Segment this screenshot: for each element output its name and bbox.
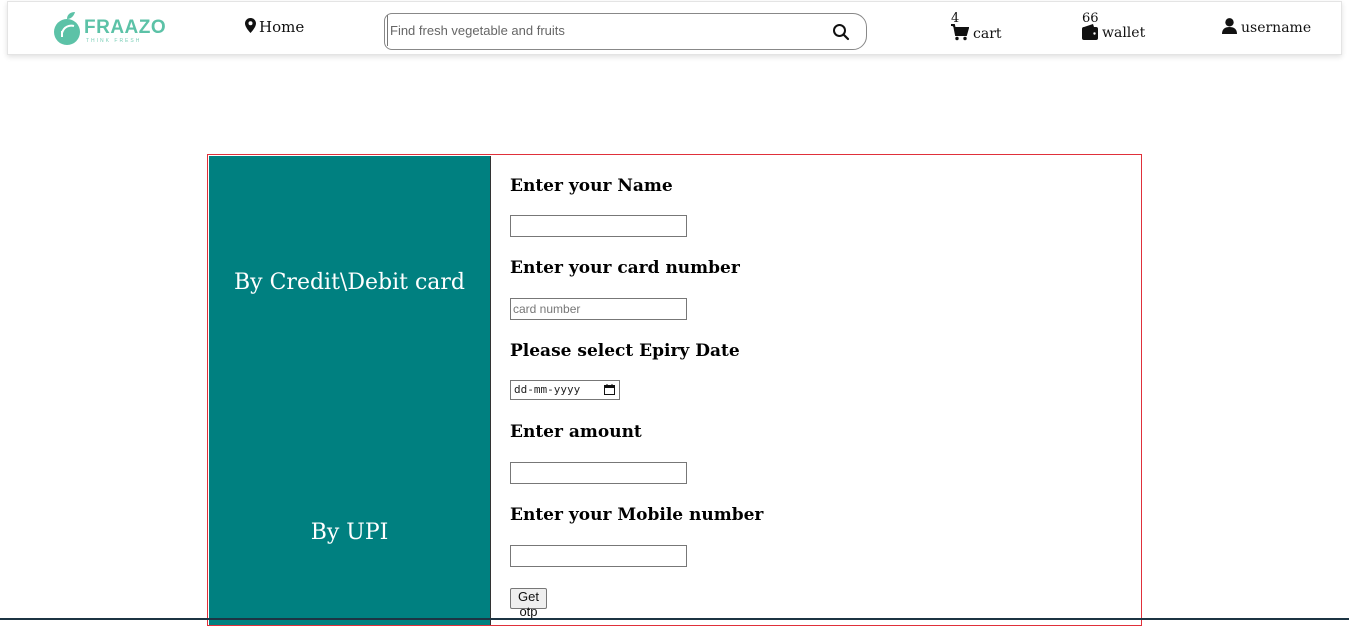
method-credit-debit-card[interactable]: By Credit\Debit card — [209, 270, 490, 295]
logo-tagline: THINK FRESH — [86, 38, 142, 44]
calendar-icon[interactable] — [604, 384, 615, 395]
wallet-label: wallet — [1102, 25, 1146, 41]
map-pin-icon — [245, 18, 256, 33]
mobile-number-input[interactable] — [510, 545, 687, 567]
get-otp-button[interactable]: Get otp — [510, 588, 547, 619]
search-icon[interactable] — [832, 23, 850, 41]
top-navbar: FRAAZO THINK FRESH Home 4 cart 66 — [7, 1, 1342, 55]
fraazo-logo[interactable]: FRAAZO THINK FRESH — [53, 11, 167, 47]
method-upi[interactable]: By UPI — [209, 520, 490, 545]
mobile-number-label: Enter your Mobile number — [510, 505, 764, 525]
name-input[interactable] — [510, 215, 687, 237]
search-input[interactable] — [387, 15, 810, 46]
amount-input[interactable] — [510, 462, 687, 484]
amount-label: Enter amount — [510, 422, 642, 442]
user-label: username — [1241, 20, 1312, 36]
payment-methods-sidebar: By Credit\Debit card By UPI — [209, 156, 491, 625]
wallet-icon — [1082, 24, 1098, 40]
card-number-input[interactable] — [510, 298, 687, 320]
expiry-date-placeholder: dd-mm-yyyy — [514, 383, 581, 396]
cart-label: cart — [973, 26, 1002, 42]
cart-icon — [951, 24, 970, 41]
user-icon — [1222, 18, 1237, 34]
card-number-label: Enter your card number — [510, 258, 740, 278]
name-label: Enter your Name — [510, 176, 673, 196]
expiry-date-label: Please select Epiry Date — [510, 341, 740, 361]
logo-leaf-icon — [54, 12, 80, 45]
search-bar — [384, 13, 867, 50]
payment-panel: By Credit\Debit card By UPI Enter your N… — [207, 154, 1142, 626]
nav-home-link[interactable]: Home — [245, 18, 304, 36]
nav-home-label: Home — [259, 18, 305, 36]
logo-name: FRAAZO — [84, 17, 167, 38]
nav-user-link[interactable]: username — [1222, 18, 1311, 36]
expiry-date-input[interactable]: dd-mm-yyyy — [510, 380, 620, 400]
